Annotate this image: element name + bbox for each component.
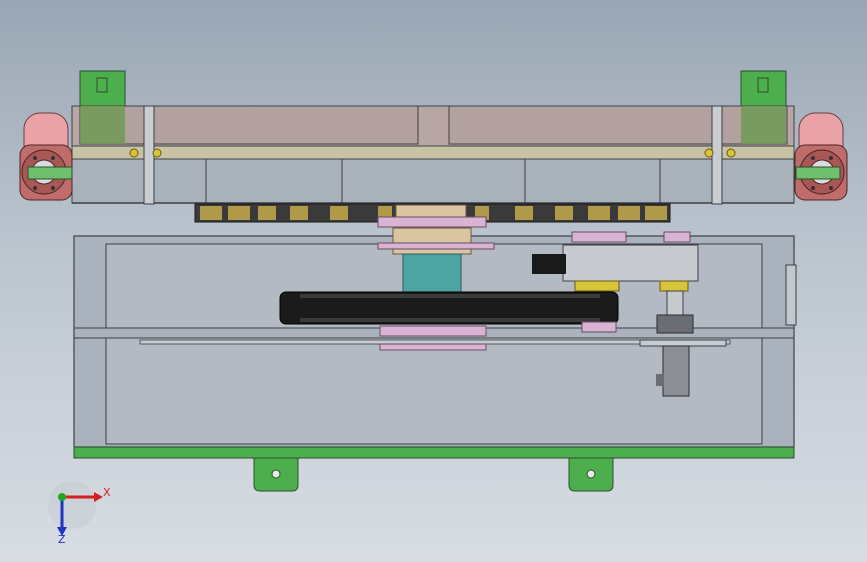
right-green-overlay — [741, 106, 786, 144]
green-base-plate — [73, 446, 795, 459]
timing-belt — [279, 291, 619, 325]
right-end-roller[interactable] — [794, 112, 848, 201]
cad-viewport[interactable]: X Z — [0, 0, 867, 562]
beam-right-window — [448, 105, 788, 145]
triad-z-label: Z — [58, 533, 66, 546]
triad-x-label: X — [103, 486, 111, 499]
assembly-drawing: X Z — [19, 70, 848, 546]
left-end-roller[interactable] — [19, 112, 73, 201]
right-post — [711, 105, 723, 205]
lower-frame-assembly[interactable] — [73, 204, 797, 492]
coordinate-triad-icon: X Z — [48, 481, 111, 546]
beam-lower-channel — [71, 158, 795, 204]
left-green-overlay — [80, 106, 125, 144]
upper-beam-assembly[interactable] — [19, 70, 848, 223]
left-post — [143, 105, 155, 205]
beam-left-window — [79, 105, 419, 145]
beam-rail — [71, 145, 795, 160]
